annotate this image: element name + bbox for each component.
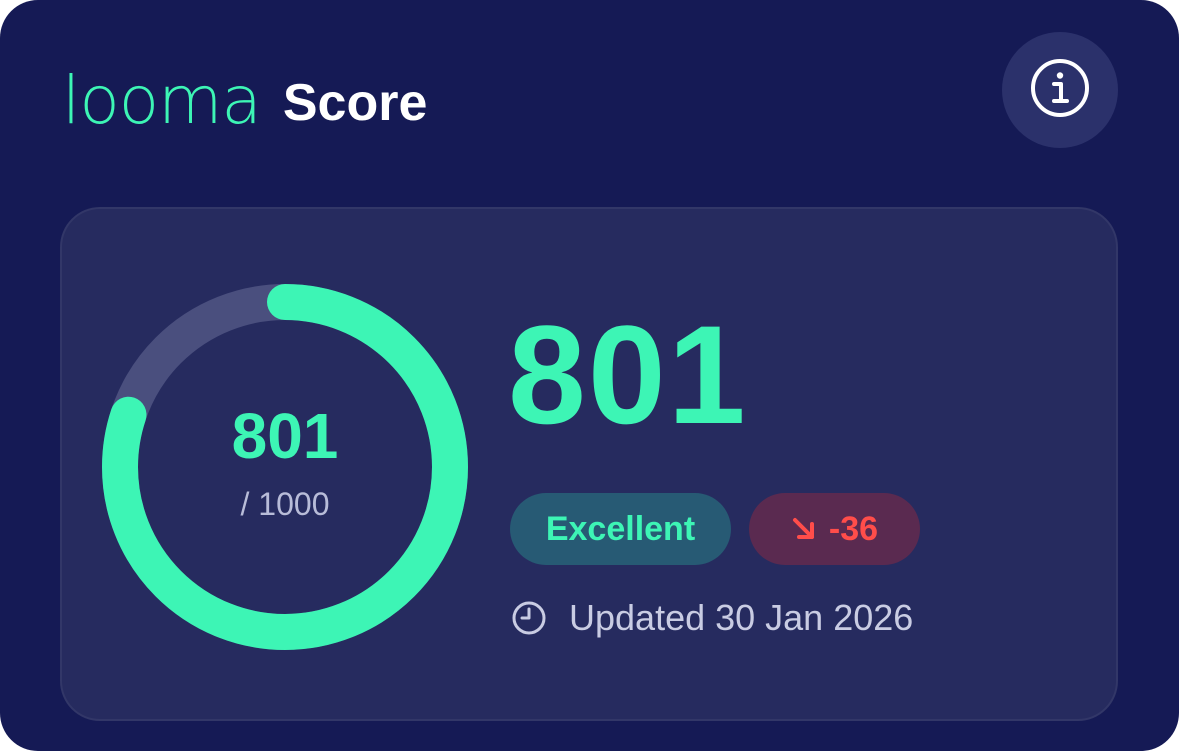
score-card: looma Score 801 / 1000 801 Excellent -36 (0, 0, 1179, 751)
arrow-down-right-icon (791, 516, 817, 542)
info-button[interactable] (1002, 32, 1118, 148)
change-badge: -36 (749, 493, 920, 565)
change-value: -36 (828, 509, 879, 548)
card-title: Score (282, 74, 428, 132)
brand-logo: looma (62, 62, 262, 139)
score-value: 801 (508, 296, 748, 453)
clock-icon (511, 600, 547, 636)
rating-badge: Excellent (510, 493, 731, 565)
updated-info: Updated 30 Jan 2026 (511, 596, 913, 640)
updated-text: Updated 30 Jan 2026 (569, 597, 914, 638)
info-icon (1029, 57, 1091, 124)
card-header: looma Score (62, 56, 427, 146)
gauge-score-value: 801 (231, 400, 339, 472)
gauge-max-label: / 1000 (240, 486, 330, 522)
